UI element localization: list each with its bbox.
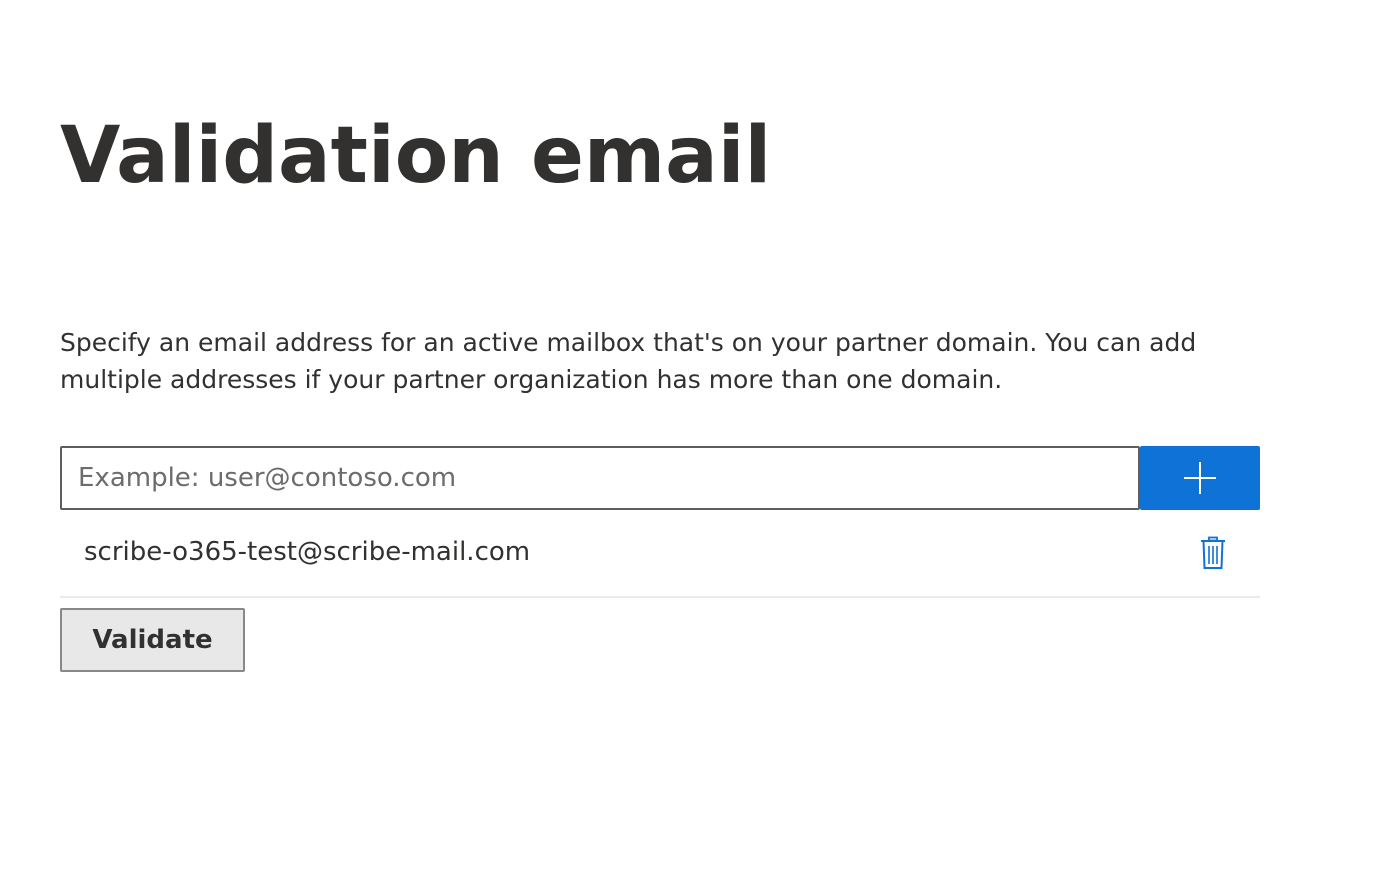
page-description: Specify an email address for an active m…	[60, 328, 1197, 394]
page-title: Validation email	[60, 111, 772, 201]
validate-button[interactable]: Validate	[60, 608, 245, 672]
add-email-button[interactable]	[1140, 446, 1260, 510]
email-address-text: scribe-o365-test@scribe-mail.com	[84, 537, 531, 567]
email-input[interactable]	[60, 446, 1140, 510]
delete-email-button[interactable]	[1196, 534, 1230, 572]
trash-icon	[1201, 536, 1225, 569]
plus-icon	[1184, 462, 1216, 494]
email-list-item: scribe-o365-test@scribe-mail.com	[60, 520, 1260, 598]
